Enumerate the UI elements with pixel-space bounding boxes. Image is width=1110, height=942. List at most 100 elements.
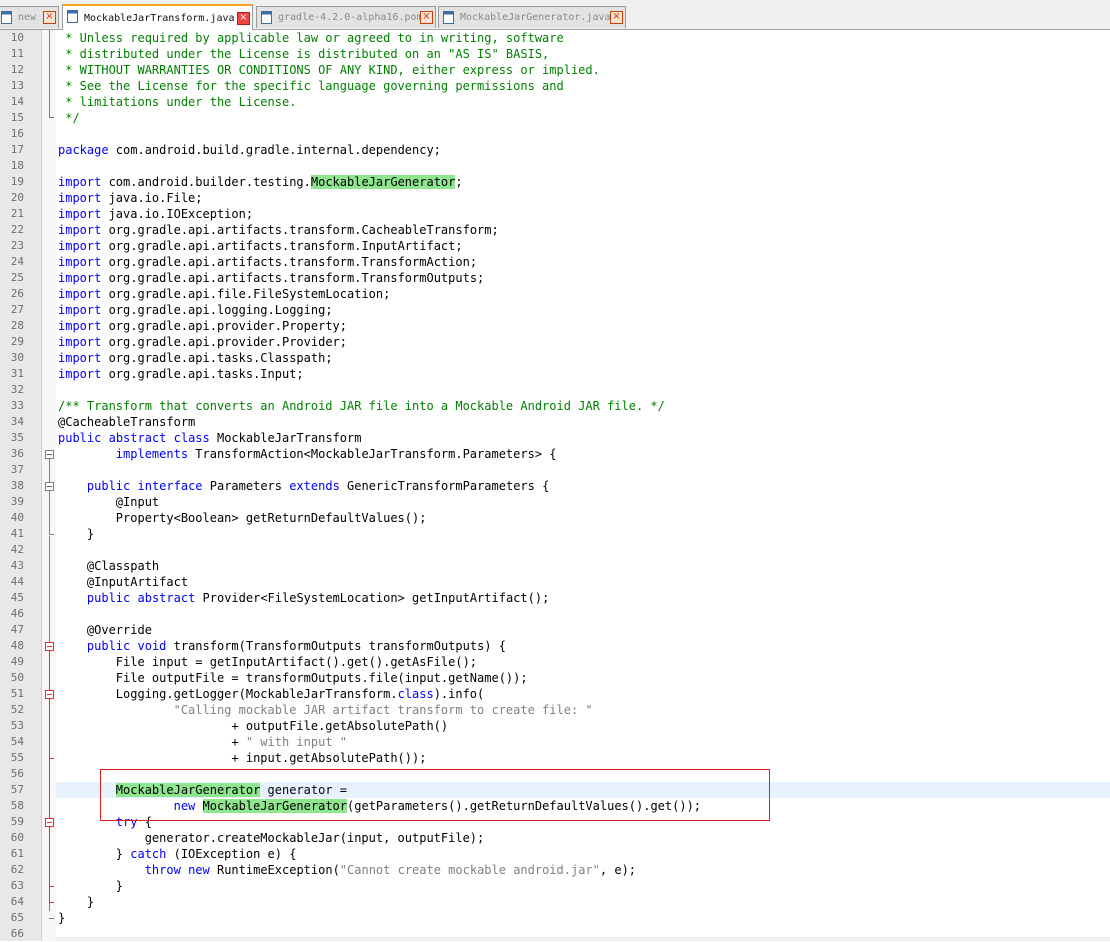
tab-mockablejargenerator[interactable]: MockableJarGenerator.java × [438,6,626,28]
code-line[interactable]: Property<Boolean> getReturnDefaultValues… [58,510,427,526]
close-icon[interactable]: × [610,11,623,24]
code-line[interactable]: @Override [58,622,152,638]
fold-end [49,534,54,535]
comment-token: /** Transform that converts an Android J… [58,399,665,413]
code-line[interactable]: import java.io.File; [58,190,203,206]
keyword-token: import [58,207,102,221]
line-number: 47 [10,623,24,636]
keyword-token: import [58,255,102,269]
line-number: 10 [10,31,24,44]
code-line[interactable]: import org.gradle.api.logging.Logging; [58,302,333,318]
code-line[interactable]: } [58,910,65,926]
code-line[interactable]: import com.android.builder.testing.Mocka… [58,174,463,190]
horizontal-scrollbar[interactable] [56,937,1110,941]
keyword-token: public [86,479,131,493]
code-line[interactable]: import org.gradle.api.file.FileSystemLoc… [58,286,390,302]
line-number: 62 [10,863,24,876]
code-line[interactable]: generator.createMockableJar(input, outpu… [58,830,485,846]
code-line[interactable]: import org.gradle.api.artifacts.transfor… [58,254,477,270]
code-line[interactable]: import org.gradle.api.artifacts.transfor… [58,238,463,254]
code-token: Provider<FileSystemLocation> getInputArt… [195,591,550,605]
code-token: RuntimeException( [209,863,340,877]
code-line[interactable]: package com.android.build.gradle.interna… [58,142,441,158]
code-line[interactable]: Logging.getLogger(MockableJarTransform.c… [58,686,484,702]
keyword-token: package [58,143,109,157]
keyword-token: import [58,287,102,301]
code-line[interactable]: } [58,894,94,910]
code-token: org.gradle.api.artifacts.transform.Input… [101,239,463,253]
code-line[interactable]: */ [58,110,80,126]
code-line[interactable]: + outputFile.getAbsolutePath() [58,718,448,734]
fold-toggle[interactable] [45,450,54,459]
fold-toggle[interactable] [45,642,54,651]
line-number: 43 [10,559,24,572]
keyword-token: abstract [108,431,167,445]
code-token: org.gradle.api.tasks.Classpath; [101,351,333,365]
fold-toggle[interactable] [45,690,54,699]
line-number: 33 [10,399,24,412]
code-line[interactable]: @CacheableTransform [58,414,195,430]
code-line[interactable]: implements TransformAction<MockableJarTr… [58,446,557,462]
line-number: 50 [10,671,24,684]
code-token: @CacheableTransform [58,415,196,429]
fold-line [49,650,50,904]
code-line[interactable]: @InputArtifact [58,574,188,590]
string-token: "Calling mockable JAR artifact transform… [173,703,593,717]
code-line[interactable]: /** Transform that converts an Android J… [58,398,665,414]
fold-toggle[interactable] [45,482,54,491]
code-line[interactable]: File input = getInputArtifact().get().ge… [58,654,477,670]
code-line[interactable]: * See the License for the specific langu… [58,78,564,94]
code-line[interactable]: import java.io.IOException; [58,206,253,222]
fold-toggle[interactable] [45,818,54,827]
close-icon[interactable]: × [420,11,433,24]
code-line[interactable]: * distributed under the License is distr… [58,46,549,62]
tab-mockablejartransform[interactable]: MockableJarTransform.java × [62,4,253,30]
code-token: + [58,735,246,749]
code-line[interactable]: * WITHOUT WARRANTIES OR CONDITIONS OF AN… [58,62,600,78]
tab-gradle-pom[interactable]: gradle-4.2.0-alpha16.pom × [256,6,436,28]
code-line[interactable]: @Classpath [58,558,159,574]
code-token: com.android.build.gradle.internal.depend… [108,143,441,157]
code-line[interactable]: import org.gradle.api.provider.Property; [58,318,347,334]
code-line[interactable]: public interface Parameters extends Gene… [58,478,549,494]
code-token: @Override [58,623,152,637]
code-line[interactable]: * limitations under the License. [58,94,296,110]
code-line[interactable]: File outputFile = transformOutputs.file(… [58,670,528,686]
fold-end [49,758,54,759]
code-line[interactable]: public abstract class MockableJarTransfo… [58,430,361,446]
tab-new-1[interactable]: new 1 × [0,6,59,28]
code-token: org.gradle.api.artifacts.transform.Cache… [101,223,499,237]
comment-token: */ [58,111,80,125]
line-number: 30 [10,351,24,364]
line-number: 54 [10,735,24,748]
comment-token: * distributed under the License is distr… [58,47,550,61]
line-number: 48 [10,639,24,652]
code-line[interactable]: import org.gradle.api.artifacts.transfor… [58,270,484,286]
close-icon[interactable]: × [43,11,56,24]
code-line[interactable]: * Unless required by applicable law or a… [58,30,564,46]
code-line[interactable]: + " with input " [58,734,347,750]
code-line[interactable]: public void transform(TransformOutputs t… [58,638,506,654]
fold-end [49,918,54,919]
code-line[interactable]: } [58,878,123,894]
code-line[interactable]: @Input [58,494,159,510]
keyword-token: import [58,271,102,285]
code-line[interactable]: import org.gradle.api.provider.Provider; [58,334,347,350]
line-number: 55 [10,751,24,764]
code-line[interactable]: import org.gradle.api.artifacts.transfor… [58,222,499,238]
code-line[interactable]: } catch (IOException e) { [58,846,297,862]
code-line[interactable]: "Calling mockable JAR artifact transform… [58,702,593,718]
code-line[interactable]: import org.gradle.api.tasks.Classpath; [58,350,333,366]
code-token: (IOException e) { [166,847,297,861]
line-number: 18 [10,159,24,172]
code-line[interactable]: throw new RuntimeException("Cannot creat… [58,862,636,878]
keyword-token: public [58,431,102,445]
line-number: 20 [10,191,24,204]
code-line[interactable]: + input.getAbsolutePath()); [58,750,426,766]
code-token: transform(TransformOutputs transformOutp… [166,639,506,653]
code-line[interactable]: public abstract Provider<FileSystemLocat… [58,590,549,606]
code-line[interactable]: import org.gradle.api.tasks.Input; [58,366,304,382]
close-icon[interactable]: × [237,12,250,25]
code-line[interactable]: } [58,526,94,542]
